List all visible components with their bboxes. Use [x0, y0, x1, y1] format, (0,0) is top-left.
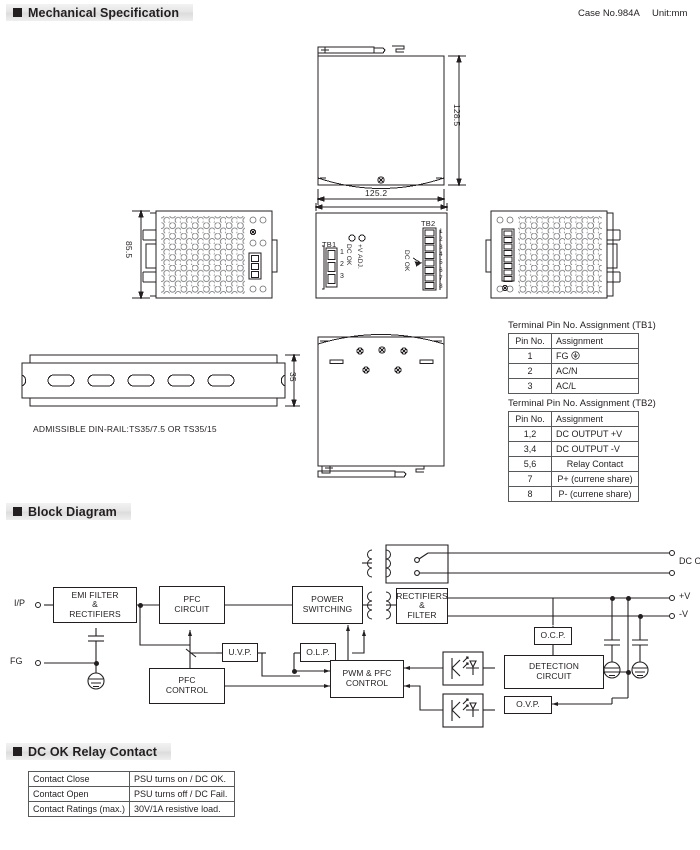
- block-ocp: O.C.P.: [534, 627, 572, 645]
- block-emi-filter-rectifiers: EMI FILTER & RECTIFIERS: [53, 587, 137, 623]
- block-label: PWM & PFC CONTROL: [342, 668, 392, 688]
- junction-dot: [137, 602, 143, 608]
- output-terminal-dc-ok-2: [669, 570, 675, 576]
- dc-ok-value-cell: PSU turns on / DC OK.: [129, 771, 235, 787]
- output-terminal-minus-v: [669, 613, 675, 619]
- block-label: PFC CIRCUIT: [174, 594, 210, 614]
- section-header-dc-ok: DC OK Relay Contact: [6, 743, 172, 760]
- block-detection-circuit: DETECTION CIRCUIT: [504, 655, 604, 689]
- datasheet-page: Mechanical Specification Case No.984A Un…: [0, 0, 700, 850]
- input-label-fg: FG: [10, 656, 23, 666]
- block-label: PFC CONTROL: [165, 675, 209, 695]
- block-pwm-pfc-control: PWM & PFC CONTROL: [330, 660, 404, 698]
- block-uvp: U.V.P.: [222, 643, 258, 662]
- bullet-square-icon: [13, 747, 22, 756]
- block-rectifiers-filter: RECTIFIERS & FILTER: [396, 588, 448, 624]
- junction-dot: [637, 613, 643, 619]
- block-label: DETECTION CIRCUIT: [528, 661, 579, 681]
- block-label: EMI FILTER & RECTIFIERS: [69, 589, 121, 619]
- block-label: RECTIFIERS & FILTER: [396, 590, 448, 620]
- block-label: O.V.P.: [516, 699, 540, 710]
- dc-ok-value-cell: 30V/1A resistive load.: [129, 801, 235, 817]
- output-terminal-dc-ok-1: [669, 550, 675, 556]
- table-row: Contact Close PSU turns on / DC OK.: [27, 771, 235, 787]
- table-row: Contact Open PSU turns off / DC Fail.: [27, 786, 235, 802]
- junction-dot: [609, 595, 615, 601]
- output-label-dc-ok: DC OK: [679, 556, 700, 566]
- dc-ok-label-cell: Contact Close: [27, 771, 131, 787]
- block-diagram-wiring: [44, 544, 672, 728]
- dc-ok-relay-contact-table: Contact Close PSU turns on / DC OK. Cont…: [27, 771, 235, 817]
- junction-dot: [625, 595, 631, 601]
- dc-ok-label-cell: Contact Ratings (max.): [27, 801, 131, 817]
- junction-dot: [625, 669, 631, 675]
- output-label-minus-v: -V: [679, 609, 688, 619]
- table-row: Contact Ratings (max.) 30V/1A resistive …: [27, 801, 235, 817]
- input-label-ip: I/P: [14, 598, 26, 608]
- block-ovp: O.V.P.: [504, 696, 552, 714]
- output-terminal-plus-v: [669, 595, 675, 601]
- block-label: U.V.P.: [228, 646, 252, 657]
- dc-ok-value-cell: PSU turns off / DC Fail.: [129, 786, 235, 802]
- junction-dot: [291, 668, 297, 674]
- input-terminal-ip: [35, 602, 41, 608]
- block-pfc-circuit: PFC CIRCUIT: [159, 586, 225, 624]
- dc-ok-label-cell: Contact Open: [27, 786, 131, 802]
- block-power-switching: POWER SWITCHING: [292, 586, 363, 624]
- junction-dot: [93, 660, 99, 666]
- output-label-plus-v: +V: [679, 591, 691, 601]
- input-terminal-fg: [35, 660, 41, 666]
- block-label: O.C.P.: [540, 630, 566, 641]
- block-pfc-control: PFC CONTROL: [149, 668, 225, 704]
- block-label: POWER SWITCHING: [302, 594, 353, 614]
- section-title-dc-ok: DC OK Relay Contact: [28, 744, 158, 759]
- block-label: O.L.P.: [306, 646, 330, 657]
